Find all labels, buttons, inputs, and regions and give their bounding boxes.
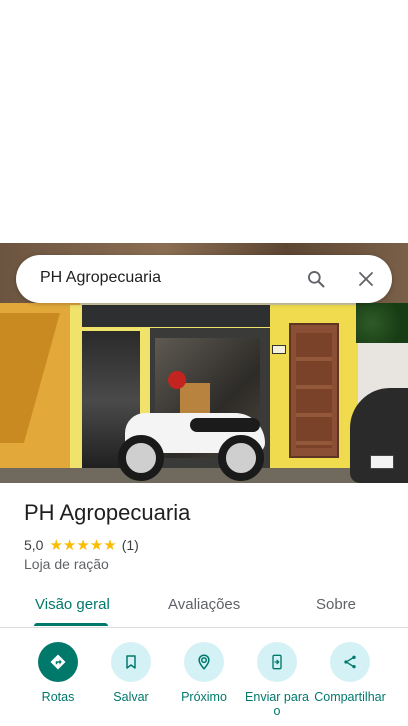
tab-about[interactable]: Sobre — [316, 596, 356, 613]
tab-overview[interactable]: Visão geral — [35, 596, 110, 613]
save-button[interactable]: Salvar — [91, 642, 171, 704]
share-label: Compartilhar — [314, 690, 386, 704]
directions-icon — [38, 642, 78, 682]
nearby-button[interactable]: Próximo — [164, 642, 244, 704]
nearby-label: Próximo — [181, 690, 227, 704]
map-area-blank — [0, 0, 408, 243]
share-icon — [330, 642, 370, 682]
bookmark-icon — [111, 642, 151, 682]
rating-row[interactable]: 5,0 ★★★★★ (1) — [24, 536, 139, 554]
directions-button[interactable]: Rotas — [18, 642, 98, 704]
search-icon[interactable] — [302, 265, 330, 293]
nearby-icon — [184, 642, 224, 682]
send-to-phone-button[interactable]: Enviar para o — [237, 642, 317, 718]
review-count: (1) — [121, 537, 139, 553]
tab-reviews[interactable]: Avaliações — [168, 596, 240, 613]
close-icon[interactable] — [352, 265, 380, 293]
active-tab-indicator — [34, 623, 108, 626]
tab-bar: Visão geral Avaliações Sobre — [0, 585, 408, 628]
rating-value: 5,0 — [24, 537, 44, 553]
send-to-phone-label: Enviar para o — [245, 690, 309, 718]
search-bar[interactable]: PH Agropecuaria — [16, 255, 392, 303]
share-button[interactable]: Compartilhar — [310, 642, 390, 704]
send-to-phone-icon — [257, 642, 297, 682]
place-category: Loja de ração — [24, 556, 109, 572]
star-rating-icon: ★★★★★ — [49, 537, 117, 554]
search-query[interactable]: PH Agropecuaria — [40, 269, 161, 287]
place-title: PH Agropecuaria — [24, 500, 191, 525]
save-label: Salvar — [113, 690, 149, 704]
directions-label: Rotas — [41, 690, 75, 704]
